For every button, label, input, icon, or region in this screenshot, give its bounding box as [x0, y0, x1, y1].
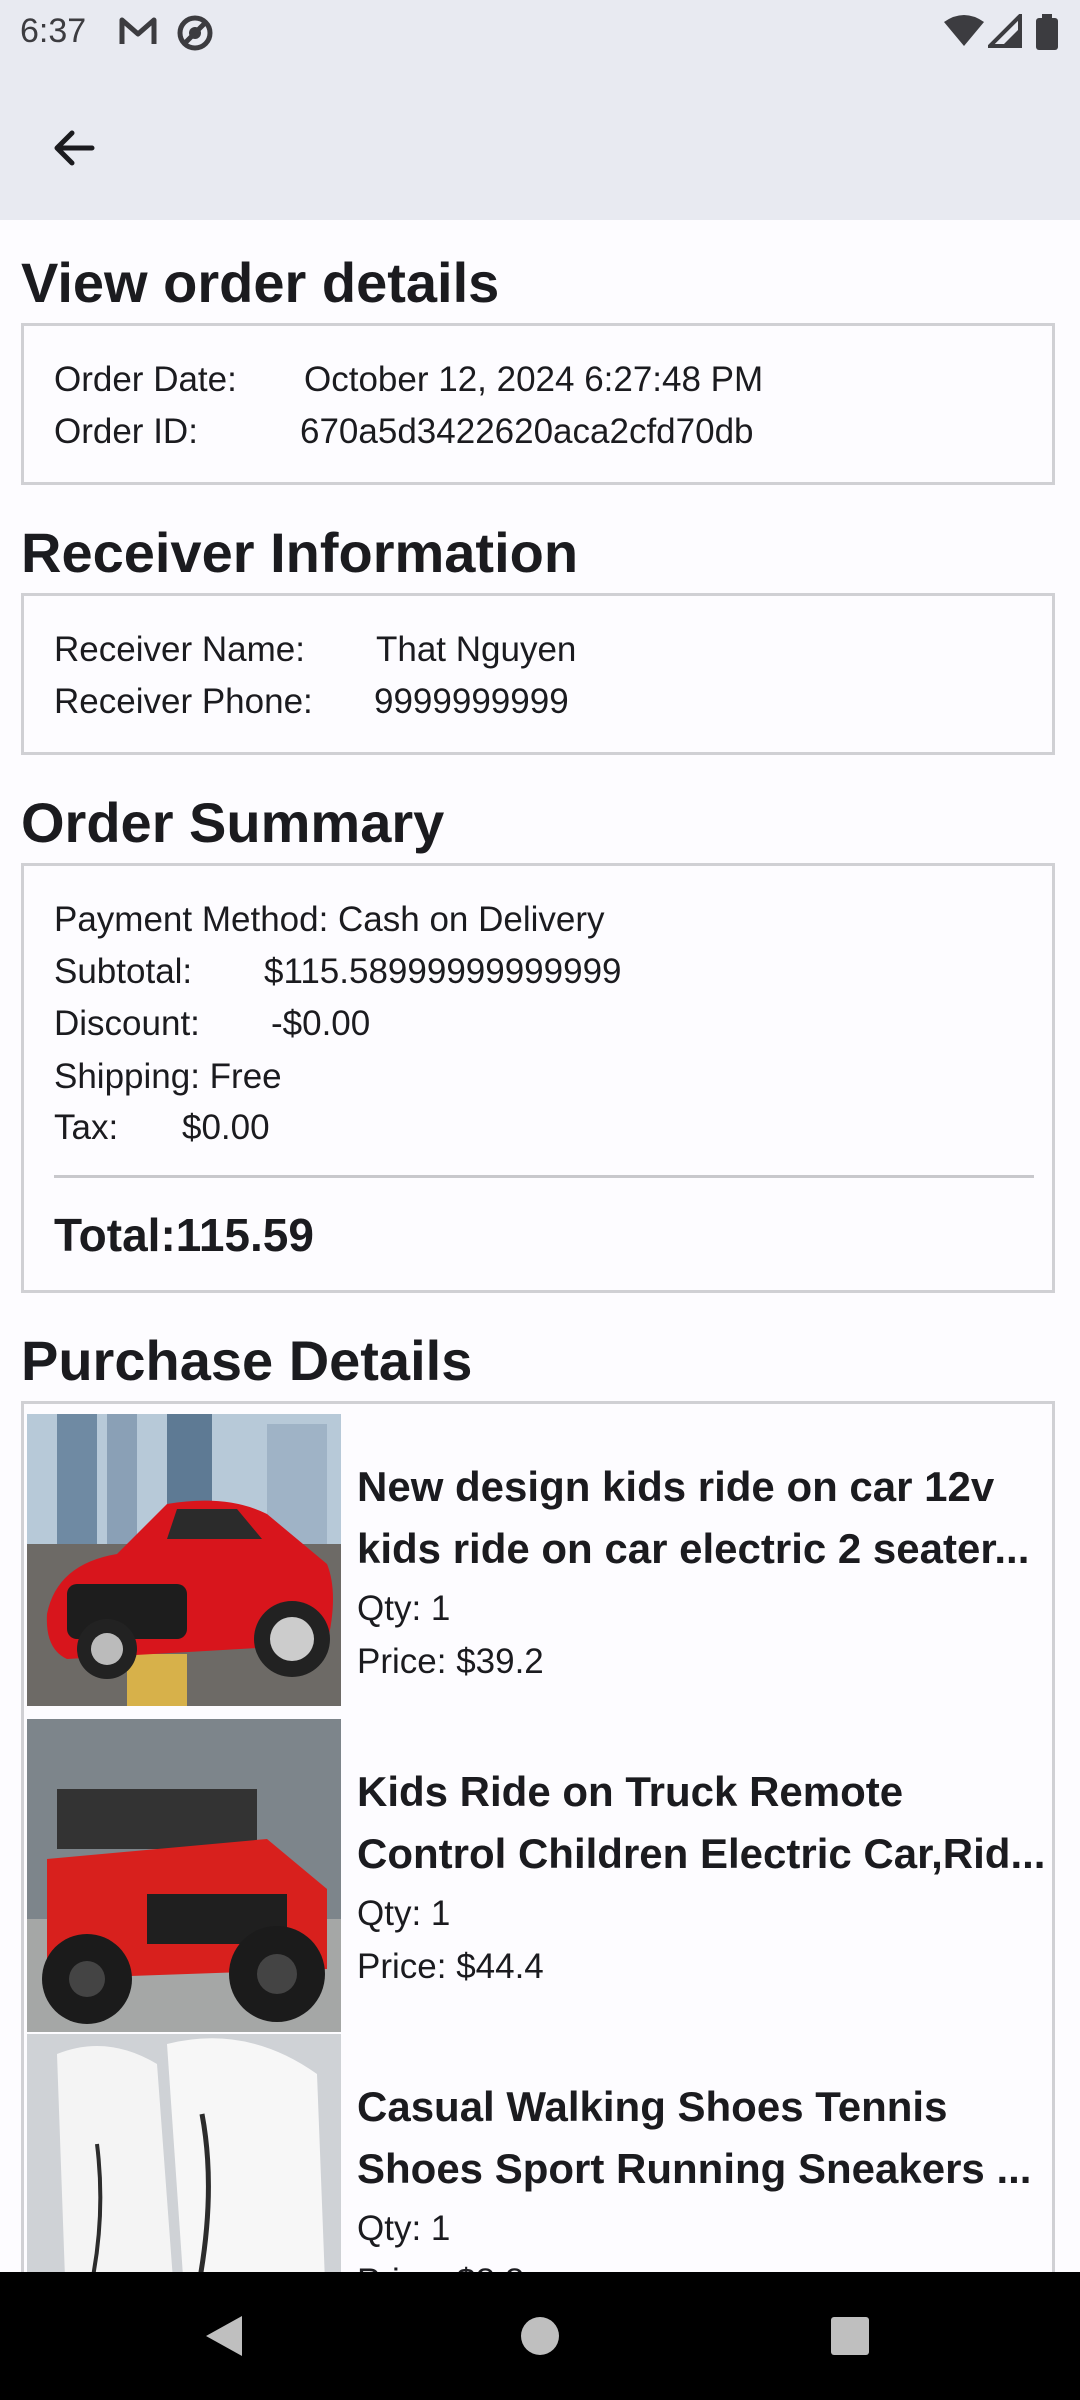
discount-row: Discount: -$0.00: [54, 1006, 370, 1041]
product-price: Price: $44.4: [357, 1947, 544, 1986]
product-image: [27, 1719, 341, 2032]
product-item[interactable]: Kids Ride on Truck Remote Control Childr…: [27, 1719, 1055, 2032]
product-price: Price: $8.8: [357, 2264, 524, 2272]
total-row: Total:115.59: [54, 1212, 314, 1258]
product-name: New design kids ride on car 12v kids rid…: [357, 1463, 1030, 1572]
shipping-row: Shipping: Free: [54, 1057, 282, 1096]
receiver-phone-value: 9999999999: [374, 682, 569, 721]
order-summary-card: Payment Method: Cash on Delivery Subtota…: [21, 863, 1055, 1293]
product-image: [27, 2034, 341, 2272]
section-title-purchase: Purchase Details: [21, 1329, 473, 1392]
status-time: 6:37: [20, 12, 87, 50]
receiver-phone-label: Receiver Phone:: [54, 682, 313, 721]
receiver-name-value: That Nguyen: [376, 630, 577, 669]
data-saver-icon: [176, 14, 214, 57]
payment-method: Payment Method: Cash on Delivery: [54, 900, 605, 939]
order-id-value: 670a5d3422620aca2cfd70db: [300, 412, 754, 451]
purchase-details-card: New design kids ride on car 12v kids rid…: [21, 1401, 1055, 2272]
product-qty: Qty: 1: [357, 1589, 451, 1628]
gmail-icon: [118, 14, 158, 53]
order-details-content[interactable]: View order details Order Date: October 12…: [0, 220, 1080, 2272]
arrow-back-icon: [54, 130, 95, 166]
system-nav-bar: [0, 2272, 1080, 2400]
receiver-name-label: Receiver Name:: [54, 630, 305, 669]
discount-label: Discount:: [54, 1004, 200, 1043]
order-id-row: Order ID: 670a5d3422620aca2cfd70db: [54, 414, 754, 449]
tax-label: Tax:: [54, 1108, 119, 1147]
subtotal-value: $115.58999999999999: [264, 952, 622, 991]
nav-home-icon[interactable]: [520, 2316, 560, 2361]
receiver-card: Receiver Name: That Nguyen Receiver Phone…: [21, 593, 1055, 755]
total-label: Total:: [54, 1209, 176, 1261]
total-value: 115.59: [175, 1209, 314, 1261]
receiver-name-row: Receiver Name: That Nguyen: [54, 632, 576, 667]
nav-recents-icon[interactable]: [830, 2316, 870, 2361]
product-name: Casual Walking Shoes Tennis Shoes Sport …: [357, 2083, 1032, 2192]
section-title-order-details: View order details: [21, 251, 500, 314]
order-id-label: Order ID:: [54, 412, 198, 451]
subtotal-label: Subtotal:: [54, 952, 193, 991]
product-price: Price: $39.2: [357, 1642, 544, 1681]
product-qty: Qty: 1: [357, 1894, 451, 1933]
order-date-value: October 12, 2024 6:27:48 PM: [304, 360, 764, 399]
product-name: Kids Ride on Truck Remote Control Childr…: [357, 1768, 1046, 1877]
signal-icon: [985, 11, 1022, 53]
wifi-icon: [944, 14, 984, 53]
tax-value: $0.00: [182, 1108, 270, 1147]
subtotal-row: Subtotal: $115.58999999999999: [54, 954, 622, 989]
order-info-card: Order Date: October 12, 2024 6:27:48 PM O…: [21, 323, 1055, 485]
status-bar: 6:37: [0, 0, 1080, 64]
back-button[interactable]: [30, 104, 118, 192]
receiver-phone-row: Receiver Phone: 9999999999: [54, 684, 569, 719]
product-item[interactable]: Casual Walking Shoes Tennis Shoes Sport …: [27, 2034, 1055, 2272]
order-date-row: Order Date: October 12, 2024 6:27:48 PM: [54, 362, 763, 397]
order-date-label: Order Date:: [54, 360, 237, 399]
nav-back-icon[interactable]: [202, 2314, 244, 2363]
battery-icon: [1036, 14, 1058, 55]
tax-row: Tax: $0.00: [54, 1110, 270, 1145]
product-qty: Qty: 1: [357, 2209, 451, 2248]
section-title-receiver: Receiver Information: [21, 521, 579, 584]
discount-value: -$0.00: [271, 1004, 371, 1043]
section-title-summary: Order Summary: [21, 791, 445, 854]
summary-divider: [54, 1175, 1034, 1178]
product-item[interactable]: New design kids ride on car 12v kids rid…: [27, 1414, 1055, 1706]
product-image: [27, 1414, 341, 1706]
app-bar: [0, 64, 1080, 220]
